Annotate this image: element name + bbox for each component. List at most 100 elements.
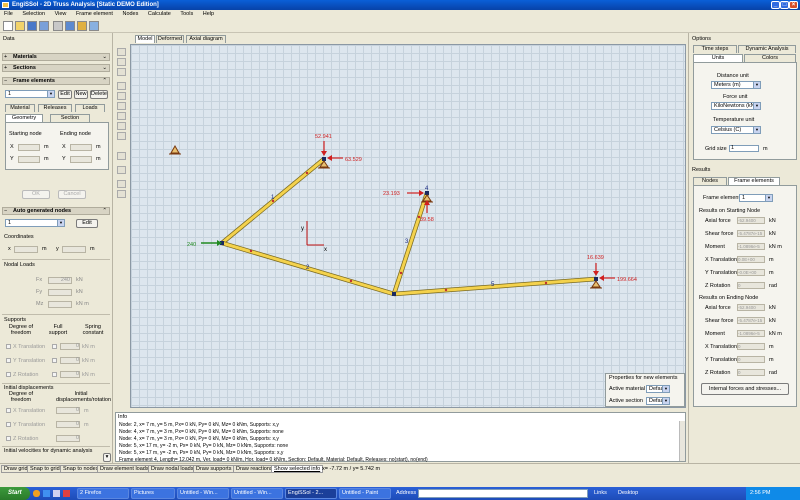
- frame-element-select[interactable]: 1 ▼: [5, 90, 55, 98]
- show-selected-info-toggle[interactable]: Show selected info: [271, 465, 324, 473]
- task-engissol[interactable]: EngiSSol - 2...: [285, 488, 337, 499]
- init-z-field[interactable]: 0: [56, 435, 80, 442]
- z-spring-field[interactable]: 0: [60, 371, 80, 378]
- tab-section[interactable]: Section: [50, 114, 90, 122]
- tab-frame-elements[interactable]: Frame elements: [728, 177, 780, 185]
- init-x-checkbox[interactable]: [6, 408, 11, 413]
- temperature-unit-select[interactable]: Celsius (C) ▼: [711, 126, 761, 134]
- distance-unit-select[interactable]: Meters (m) ▼: [711, 81, 761, 89]
- init-y-field[interactable]: 0: [56, 421, 80, 428]
- tab-units[interactable]: Units: [693, 54, 743, 62]
- menu-frame-element[interactable]: Frame element: [72, 10, 117, 19]
- auto-nodes-header[interactable]: − Auto generated nodes ⌃: [2, 207, 110, 215]
- open-folder-icon[interactable]: [15, 21, 25, 31]
- tab-deformed[interactable]: Deformed: [156, 35, 184, 43]
- settings-icon[interactable]: [77, 21, 87, 31]
- auto-node-select[interactable]: 1 ▼: [5, 219, 65, 227]
- tab-dynamic-analysis[interactable]: Dynamic Analysis: [738, 45, 796, 53]
- coord-y-field[interactable]: [62, 246, 86, 253]
- z-rotation-checkbox[interactable]: [6, 372, 11, 377]
- coord-x-field[interactable]: [14, 246, 38, 253]
- init-z-checkbox[interactable]: [6, 436, 11, 441]
- tab-nodes[interactable]: Nodes: [693, 177, 727, 185]
- menu-tools[interactable]: Tools: [176, 10, 197, 19]
- z-full-support-checkbox[interactable]: [52, 372, 57, 377]
- moment-load-icon[interactable]: [117, 180, 126, 188]
- tab-releases[interactable]: Releases: [38, 104, 72, 112]
- draw-reactions-toggle[interactable]: Draw reactions: [233, 465, 276, 473]
- sections-header[interactable]: + Sections ⌄: [2, 64, 110, 72]
- menu-selection[interactable]: Selection: [18, 10, 49, 19]
- info-scrollbar[interactable]: [679, 421, 685, 461]
- auto-node-edit-button[interactable]: Edit: [76, 219, 98, 228]
- start-button[interactable]: Start: [0, 487, 30, 500]
- menu-calculate[interactable]: Calculate: [144, 10, 175, 19]
- zoom-out-icon[interactable]: [117, 112, 126, 120]
- scroll-down-button[interactable]: ▾: [103, 453, 111, 462]
- ok-button[interactable]: OK: [22, 190, 50, 199]
- task-paint[interactable]: Untitled - Paint: [339, 488, 391, 499]
- maximize-button[interactable]: □: [780, 1, 789, 9]
- init-y-checkbox[interactable]: [6, 422, 11, 427]
- result-frame-select[interactable]: 1 ▼: [739, 194, 773, 202]
- close-button[interactable]: ×: [789, 1, 798, 9]
- menu-help[interactable]: Help: [199, 10, 218, 19]
- snap-nodes-toggle[interactable]: Snap to nodes: [60, 465, 102, 473]
- address-input[interactable]: [418, 489, 588, 498]
- active-material-select[interactable]: Default ▼: [646, 385, 670, 393]
- draw-element-loads-toggle[interactable]: Draw element loads: [97, 465, 152, 473]
- y-full-support-checkbox[interactable]: [52, 358, 57, 363]
- tab-model[interactable]: Model: [135, 35, 155, 43]
- zoom-fit-icon[interactable]: [117, 122, 126, 130]
- calculate-icon[interactable]: [65, 21, 75, 31]
- tab-material[interactable]: Material: [5, 104, 35, 112]
- menu-file[interactable]: File: [0, 10, 17, 19]
- task-window[interactable]: Untitled - Win...: [177, 488, 229, 499]
- new-file-icon[interactable]: [3, 21, 13, 31]
- frame-elements-header[interactable]: − Frame elements ⌃: [2, 77, 110, 85]
- tab-geometry[interactable]: Geometry: [5, 114, 43, 122]
- point-load-icon[interactable]: [117, 166, 126, 174]
- node-tool-icon[interactable]: [117, 68, 126, 76]
- snap-grid-toggle[interactable]: Snap to grid: [27, 465, 63, 473]
- edit-button[interactable]: Edit: [58, 90, 72, 99]
- minimize-button[interactable]: _: [771, 1, 780, 9]
- frame-element-4[interactable]: [393, 276, 597, 297]
- fx-field[interactable]: 240: [48, 277, 72, 284]
- task-pictures[interactable]: Pictures: [131, 488, 175, 499]
- internal-forces-button[interactable]: Internal forces and stresses...: [701, 383, 789, 395]
- select-icon[interactable]: [117, 58, 126, 66]
- support-tool-icon[interactable]: [117, 92, 126, 100]
- desktop-quicklaunch-icon[interactable]: [53, 490, 60, 497]
- zoom-in-icon[interactable]: [117, 102, 126, 110]
- model-canvas[interactable]: y x 52.941 63.529 23.193 39.58 16.639 19…: [130, 44, 686, 408]
- init-x-field[interactable]: 0: [56, 407, 80, 414]
- tab-axial-diagram[interactable]: Axial diagram: [186, 35, 226, 43]
- end-x-field[interactable]: [70, 144, 92, 151]
- y-translation-checkbox[interactable]: [6, 358, 11, 363]
- save-icon[interactable]: [27, 21, 37, 31]
- new-button[interactable]: New: [74, 90, 88, 99]
- x-spring-field[interactable]: 0: [60, 343, 80, 350]
- pan-icon[interactable]: [117, 132, 126, 140]
- menu-view[interactable]: View: [51, 10, 71, 19]
- delete-button[interactable]: Delete: [90, 90, 108, 99]
- task-firefox[interactable]: 2 Firefox: [77, 488, 129, 499]
- draw-supports-toggle[interactable]: Draw supports: [193, 465, 235, 473]
- pointer-icon[interactable]: [117, 48, 126, 56]
- release-icon[interactable]: [117, 190, 126, 198]
- print-icon[interactable]: [53, 21, 63, 31]
- draw-nodal-loads-toggle[interactable]: Draw nodal loads: [148, 465, 197, 473]
- fy-field[interactable]: [48, 289, 72, 296]
- y-spring-field[interactable]: 0: [60, 357, 80, 364]
- start-y-field[interactable]: [18, 156, 40, 163]
- frame-tool-icon[interactable]: [117, 82, 126, 90]
- save-as-icon[interactable]: [39, 21, 49, 31]
- firefox-quicklaunch-icon[interactable]: [33, 490, 40, 497]
- end-y-field[interactable]: [70, 156, 92, 163]
- desktop-label[interactable]: Desktop: [618, 490, 638, 496]
- x-full-support-checkbox[interactable]: [52, 344, 57, 349]
- task-window[interactable]: Untitled - Win...: [231, 488, 283, 499]
- export-icon[interactable]: [89, 21, 99, 31]
- x-translation-checkbox[interactable]: [6, 344, 11, 349]
